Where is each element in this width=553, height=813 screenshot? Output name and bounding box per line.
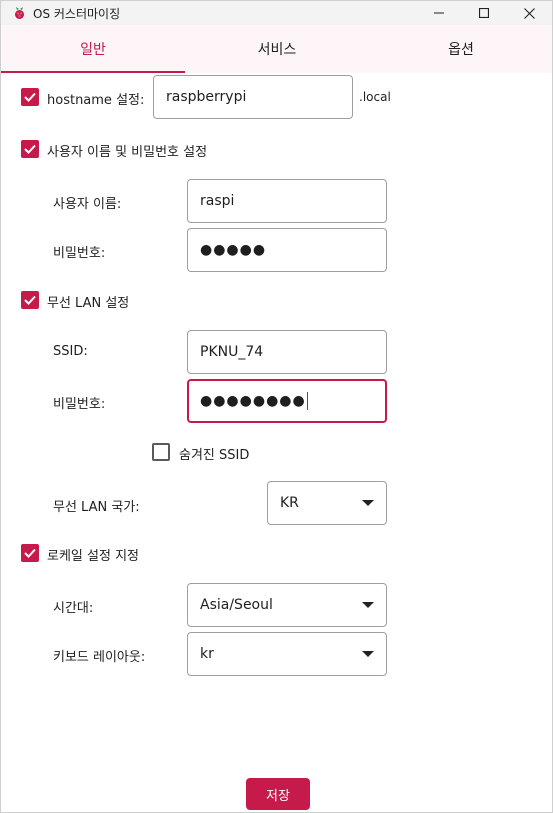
timezone-select[interactable]: Asia/Seoul <box>187 583 387 627</box>
dropdown-arrow-icon <box>362 602 374 608</box>
wifi-checkbox[interactable] <box>21 291 39 309</box>
tab-options-label: 옵션 <box>448 42 474 58</box>
save-button[interactable]: 저장 <box>246 778 310 810</box>
user-credentials-checkbox[interactable] <box>21 140 39 158</box>
tab-options[interactable]: 옵션 <box>369 25 553 73</box>
keyboard-layout-label: 키보드 레이아웃: <box>53 650 146 665</box>
text-caret <box>306 392 309 410</box>
hostname-value: raspberrypi <box>166 89 247 105</box>
checkmark-icon <box>24 92 36 102</box>
hidden-ssid-label: 숨겨진 SSID <box>179 448 250 463</box>
ssid-input[interactable]: PKNU_74 <box>187 330 387 374</box>
wifi-password-input[interactable]: ●●●●●●●● <box>187 379 387 423</box>
timezone-value: Asia/Seoul <box>200 597 273 613</box>
wifi-password-value: ●●●●●●●● <box>200 393 306 409</box>
hostname-label: hostname 설정: <box>47 93 145 108</box>
locale-checkbox[interactable] <box>21 544 39 562</box>
locale-label: 로케일 설정 지정 <box>47 549 139 564</box>
ssid-label: SSID: <box>53 344 88 359</box>
hostname-checkbox[interactable] <box>21 88 39 106</box>
timezone-label: 시간대: <box>53 601 94 616</box>
close-icon <box>523 7 535 19</box>
tab-bar: 일반 서비스 옵션 <box>1 25 552 73</box>
maximize-button[interactable] <box>461 1 507 25</box>
dropdown-arrow-icon <box>362 500 374 506</box>
wifi-country-label: 무선 LAN 국가: <box>53 500 140 515</box>
wifi-country-value: KR <box>280 495 299 511</box>
maximize-icon <box>479 8 489 18</box>
checkmark-icon <box>24 295 36 305</box>
title-bar: OS 커스터마이징 <box>1 1 552 25</box>
user-password-value: ●●●●● <box>200 242 267 258</box>
user-password-label: 비밀번호: <box>53 246 106 261</box>
raspberry-pi-icon <box>15 7 24 19</box>
username-input[interactable]: raspi <box>187 179 387 223</box>
tab-general[interactable]: 일반 <box>1 25 185 73</box>
keyboard-layout-value: kr <box>200 646 214 662</box>
close-button[interactable] <box>506 1 552 25</box>
checkmark-icon <box>24 548 36 558</box>
general-tab-content: hostname 설정: raspberrypi .local 사용자 이름 및… <box>1 73 552 813</box>
window-title: OS 커스터마이징 <box>33 7 121 21</box>
wifi-label: 무선 LAN 설정 <box>47 296 130 311</box>
tab-services[interactable]: 서비스 <box>185 25 369 73</box>
wifi-password-label: 비밀번호: <box>53 397 106 412</box>
wifi-country-select[interactable]: KR <box>267 481 387 525</box>
hostname-suffix: .local <box>359 90 391 104</box>
tab-services-label: 서비스 <box>257 42 297 58</box>
username-label: 사용자 이름: <box>53 197 122 212</box>
username-value: raspi <box>200 193 235 209</box>
os-customization-window: OS 커스터마이징 일반 서비스 옵션 hostname 설정: raspber… <box>0 0 553 813</box>
user-credentials-label: 사용자 이름 및 비밀번호 설정 <box>47 145 208 160</box>
dropdown-arrow-icon <box>362 651 374 657</box>
hidden-ssid-checkbox[interactable] <box>152 443 170 461</box>
tab-general-label: 일반 <box>80 42 106 58</box>
checkmark-icon <box>24 144 36 154</box>
user-password-input[interactable]: ●●●●● <box>187 228 387 272</box>
ssid-value: PKNU_74 <box>200 344 264 360</box>
minimize-button[interactable] <box>416 1 462 25</box>
keyboard-layout-select[interactable]: kr <box>187 632 387 676</box>
hostname-input[interactable]: raspberrypi <box>153 75 353 119</box>
minimize-icon <box>434 12 444 14</box>
